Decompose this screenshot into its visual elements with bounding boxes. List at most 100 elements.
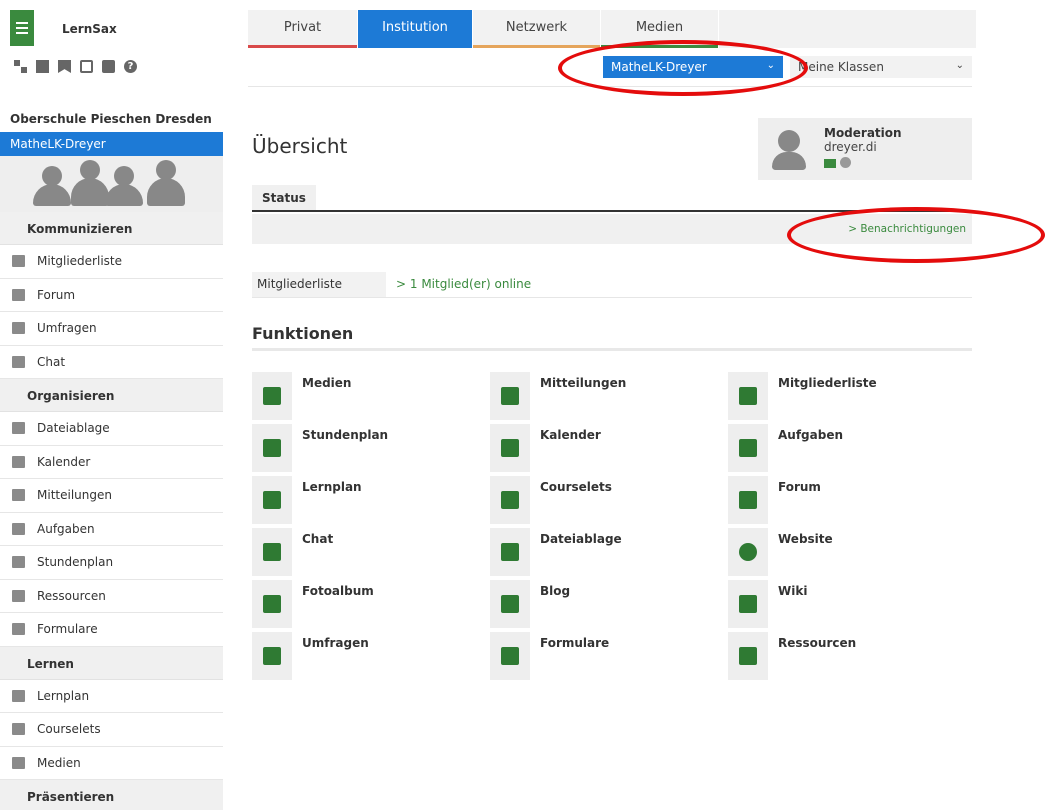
top-bar: LernSax Privat Institution Netzwerk Medi…: [0, 0, 1047, 48]
calendar-icon: [490, 424, 530, 472]
group-select-value: MatheLK-Dreyer: [611, 60, 707, 74]
sidebar-item-mitteilungen[interactable]: Mitteilungen: [0, 479, 223, 513]
clipboard-icon: [12, 689, 25, 702]
sidebar-item-stundenplan[interactable]: Stundenplan: [0, 546, 223, 580]
brand-name: LernSax: [62, 22, 117, 36]
functions-title: Funktionen: [252, 324, 354, 343]
function-umfragen[interactable]: Umfragen: [252, 632, 482, 680]
resources-icon: [728, 632, 768, 680]
sidebar-item-chat[interactable]: Chat: [0, 346, 223, 379]
function-lernplan[interactable]: Lernplan: [252, 476, 482, 524]
avatar-icon: [42, 166, 62, 186]
chat-icon: [252, 528, 292, 576]
sidebar-item-medien[interactable]: Medien: [0, 747, 223, 780]
tab-medien[interactable]: Medien: [601, 10, 718, 48]
sidebar-item-mitgliederliste[interactable]: Mitgliederliste: [0, 245, 223, 279]
tab-status[interactable]: Status: [252, 185, 316, 210]
function-website[interactable]: Website: [728, 528, 958, 576]
avatar-icon: [147, 178, 185, 206]
avatar-icon: [33, 184, 71, 206]
sidebar-item-lernplan[interactable]: Lernplan: [0, 680, 223, 713]
folder-icon: [12, 422, 25, 435]
smiley-icon[interactable]: [840, 157, 851, 168]
tab-netzwerk[interactable]: Netzwerk: [473, 10, 600, 48]
group-avatars: [0, 156, 223, 212]
members-online-link[interactable]: > 1 Mitglied(er) online: [396, 277, 531, 291]
function-mitteilungen[interactable]: Mitteilungen: [490, 372, 720, 420]
menu-icon[interactable]: [10, 10, 34, 46]
sidebar-item-courselets[interactable]: Courselets: [0, 713, 223, 747]
function-medien[interactable]: Medien: [252, 372, 482, 420]
form-icon: [12, 623, 25, 636]
checkbox-icon: [728, 424, 768, 472]
tab-privat[interactable]: Privat: [248, 10, 357, 48]
bookmark-icon[interactable]: [58, 60, 71, 73]
checkbox-icon: [12, 522, 25, 535]
form-icon: [490, 632, 530, 680]
function-courselets[interactable]: Courselets: [490, 476, 720, 524]
print-icon[interactable]: [102, 60, 115, 73]
status-bar: Status: [252, 185, 972, 212]
sidebar-item-ressourcen[interactable]: Ressourcen: [0, 580, 223, 613]
notes-icon: [490, 372, 530, 420]
members-row: Mitgliederliste > 1 Mitglied(er) online: [252, 272, 972, 298]
avatar-icon: [772, 152, 806, 170]
forum-icon: [12, 288, 25, 301]
function-dateiablage[interactable]: Dateiablage: [490, 528, 720, 576]
school-name: Oberschule Pieschen Dresden: [10, 112, 212, 126]
function-fotoalbum[interactable]: Fotoalbum: [252, 580, 482, 628]
help-icon[interactable]: ?: [124, 60, 137, 73]
function-wiki[interactable]: Wiki: [728, 580, 958, 628]
function-forum[interactable]: Forum: [728, 476, 958, 524]
notes-icon[interactable]: [36, 60, 49, 73]
moderator-user[interactable]: dreyer.di: [824, 140, 877, 154]
function-aufgaben[interactable]: Aufgaben: [728, 424, 958, 472]
function-stundenplan[interactable]: Stundenplan: [252, 424, 482, 472]
layout-icon[interactable]: [14, 60, 27, 73]
resources-icon: [12, 589, 25, 602]
class-select[interactable]: Meine Klassen ⌄: [790, 56, 972, 78]
function-blog[interactable]: Blog: [490, 580, 720, 628]
sidebar-item-kalender[interactable]: Kalender: [0, 446, 223, 479]
timetable-icon: [252, 424, 292, 472]
sidebar-item-umfragen[interactable]: Umfragen: [0, 312, 223, 346]
courselet-icon: [490, 476, 530, 524]
chevron-down-icon: ⌄: [766, 60, 775, 71]
members-icon: [12, 255, 25, 268]
function-kalender[interactable]: Kalender: [490, 424, 720, 472]
sidebar-item-forum[interactable]: Forum: [0, 279, 223, 312]
group-select[interactable]: MatheLK-Dreyer ⌄: [603, 56, 783, 78]
function-ressourcen[interactable]: Ressourcen: [728, 632, 958, 680]
avatar-icon: [114, 166, 134, 186]
courselet-icon: [12, 723, 25, 736]
sidebar-item-aufgaben[interactable]: Aufgaben: [0, 513, 223, 546]
main-tabs: Privat Institution Netzwerk Medien: [248, 10, 976, 48]
exit-icon[interactable]: [80, 60, 93, 73]
avatar-icon: [105, 184, 143, 206]
globe-icon: [728, 528, 768, 576]
avatar-icon: [80, 160, 100, 180]
blog-icon: [490, 580, 530, 628]
folder-icon: [490, 528, 530, 576]
tab-institution[interactable]: Institution: [358, 10, 472, 48]
sidebar-group[interactable]: MatheLK-Dreyer: [0, 132, 223, 156]
chevron-down-icon: ⌄: [955, 60, 964, 71]
clipboard-icon: [252, 476, 292, 524]
sidebar: Oberschule Pieschen Dresden MatheLK-Drey…: [0, 100, 223, 810]
divider: [248, 86, 972, 87]
function-chat[interactable]: Chat: [252, 528, 482, 576]
function-mitgliederliste[interactable]: Mitgliederliste: [728, 372, 958, 420]
notifications-link[interactable]: > Benachrichtigungen: [848, 223, 966, 235]
tab-bar-filler: [719, 10, 976, 48]
mail-icon[interactable]: [824, 159, 836, 168]
section-praesentieren: Präsentieren: [0, 780, 223, 810]
members-label: Mitgliederliste: [252, 272, 386, 297]
poll-icon: [12, 322, 25, 335]
sidebar-item-formulare[interactable]: Formulare: [0, 613, 223, 647]
media-icon: [252, 372, 292, 420]
photo-icon: [252, 580, 292, 628]
function-formulare[interactable]: Formulare: [490, 632, 720, 680]
section-organisieren: Organisieren: [0, 379, 223, 412]
section-lernen: Lernen: [0, 646, 223, 680]
sidebar-item-dateiablage[interactable]: Dateiablage: [0, 412, 223, 446]
